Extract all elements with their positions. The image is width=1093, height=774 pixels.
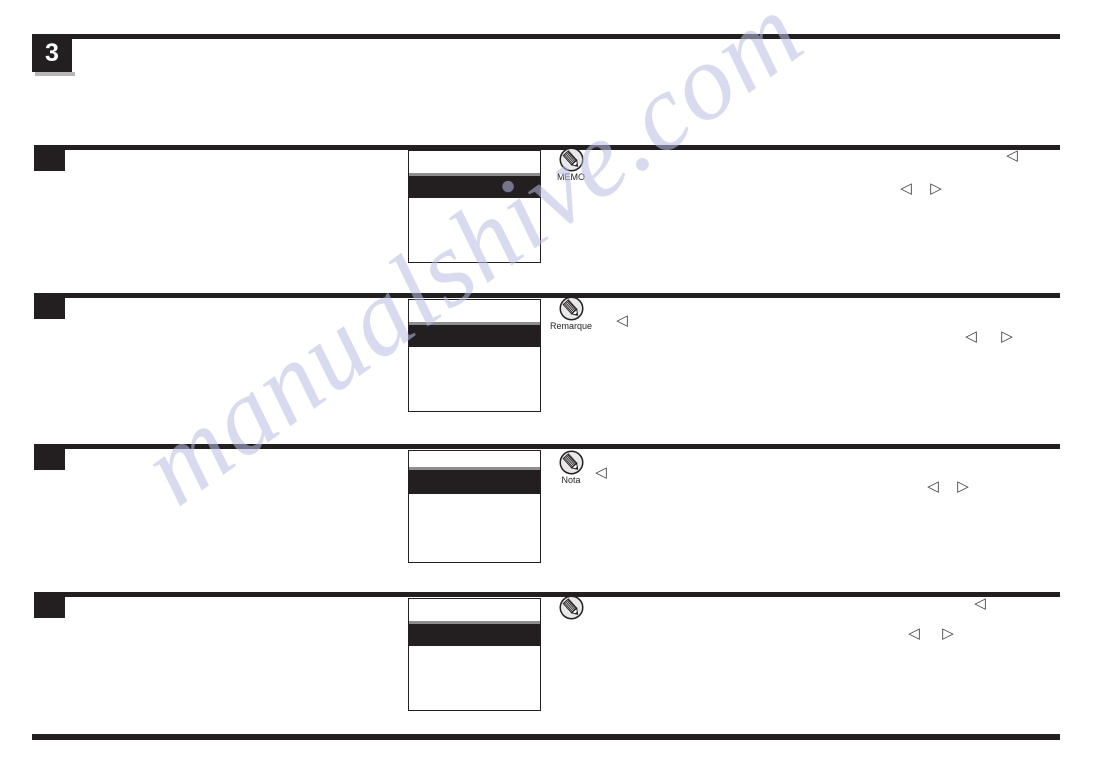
arrow-left-bottom: ◁ [908, 624, 920, 642]
section-marker [34, 293, 65, 319]
memo-label: MEMO [557, 172, 585, 182]
step-box-shadow [35, 72, 75, 76]
section-marker [34, 592, 65, 618]
arrow-left-bottom: ◁ [900, 179, 912, 197]
section-rule [34, 145, 1060, 150]
section-memo: MEMO ◁ ◁ ▷ [0, 145, 1093, 275]
lcd-highlight-band [409, 470, 540, 494]
arrow-left-top: ◁ [974, 594, 986, 612]
memo-block [548, 595, 594, 620]
arrow-left-bottom: ◁ [927, 477, 939, 495]
pencil-memo-icon [559, 595, 583, 620]
lcd-highlight-band [409, 325, 540, 347]
pencil-memo-icon [559, 296, 583, 321]
step-number-box: 3 [32, 34, 72, 72]
lcd-top-row [409, 151, 540, 173]
arrow-left-top: ◁ [1006, 146, 1018, 164]
memo-label: Nota [561, 475, 581, 485]
memo-block: Remarque [548, 296, 594, 332]
section-marker [34, 444, 65, 470]
section-marker [34, 145, 65, 171]
page-bottom-rule [32, 734, 1060, 740]
lcd-top-row [409, 300, 540, 322]
lcd-highlight-band [409, 624, 540, 646]
lcd-screen-illustration [408, 598, 541, 711]
arrow-right-bottom: ▷ [1001, 327, 1013, 345]
lcd-top-row [409, 599, 540, 621]
section-rule [34, 444, 1060, 449]
arrow-left-inline: ◁ [616, 311, 628, 329]
lcd-top-row [409, 451, 540, 467]
arrow-right-bottom: ▷ [942, 624, 954, 642]
section-remarque: Remarque ◁ ◁ ▷ [0, 293, 1093, 423]
lcd-screen-illustration [408, 299, 541, 412]
lcd-highlight-band [409, 176, 540, 198]
arrow-left-bottom: ◁ [965, 327, 977, 345]
section-unlabeled: ◁ ◁ ▷ [0, 592, 1093, 722]
memo-label: Remarque [549, 321, 593, 331]
section-rule [34, 592, 1060, 597]
lcd-screen-illustration [408, 150, 541, 263]
manual-page: manualshive.com 3 MEMO ◁ ◁ ▷ Remarque ◁ … [0, 0, 1093, 774]
pencil-memo-icon [559, 147, 583, 172]
memo-block: MEMO [548, 147, 594, 183]
section-nota: Nota ◁ ◁ ▷ [0, 444, 1093, 579]
lcd-screen-illustration [408, 450, 541, 563]
step-number: 3 [45, 39, 59, 67]
arrow-left-inline: ◁ [595, 463, 607, 481]
arrow-right-bottom: ▷ [957, 477, 969, 495]
pencil-memo-icon [559, 450, 583, 475]
step-header-rule [32, 34, 1060, 39]
memo-block: Nota [548, 450, 594, 486]
section-rule [34, 293, 1060, 298]
arrow-right-bottom: ▷ [930, 179, 942, 197]
